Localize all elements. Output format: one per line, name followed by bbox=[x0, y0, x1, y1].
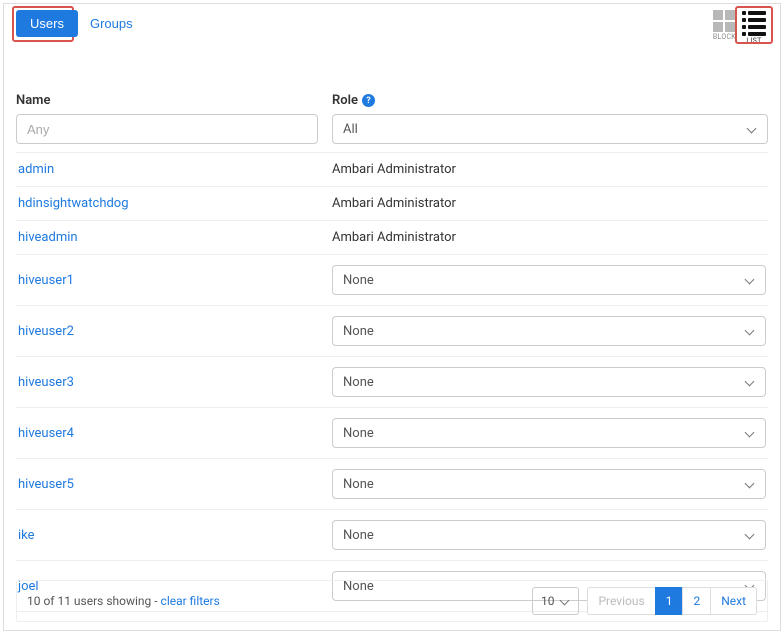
role-text: Ambari Administrator bbox=[332, 196, 456, 211]
table-row: admin Ambari Administrator bbox=[16, 153, 768, 187]
column-header-name: Name bbox=[16, 93, 318, 108]
chevron-down-icon bbox=[745, 479, 755, 489]
table-row: hiveuser4 None bbox=[16, 408, 768, 459]
chevron-down-icon bbox=[745, 530, 755, 540]
user-link[interactable]: hiveuser4 bbox=[18, 426, 74, 441]
footer-summary: 10 of 11 users showing - bbox=[27, 594, 161, 608]
page-size-select[interactable]: 10 bbox=[532, 587, 580, 615]
role-select-value: None bbox=[343, 324, 374, 339]
user-link[interactable]: ike bbox=[18, 528, 35, 543]
table-row: hiveuser3 None bbox=[16, 357, 768, 408]
role-filter-value: All bbox=[343, 122, 358, 137]
column-header-role: Role bbox=[332, 93, 358, 108]
role-help-icon[interactable]: ? bbox=[362, 94, 375, 107]
tab-groups[interactable]: Groups bbox=[86, 10, 137, 37]
table-row: hdinsightwatchdog Ambari Administrator bbox=[16, 187, 768, 221]
chevron-down-icon bbox=[745, 377, 755, 387]
clear-filters-link[interactable]: clear filters bbox=[161, 594, 220, 608]
table-row: hiveuser2 None bbox=[16, 306, 768, 357]
page-number-button[interactable]: 2 bbox=[682, 587, 711, 615]
user-link[interactable]: hdinsightwatchdog bbox=[18, 196, 129, 211]
role-filter-select[interactable]: All bbox=[332, 114, 768, 144]
entity-tabs: Users Groups bbox=[16, 10, 137, 37]
name-filter-input[interactable] bbox=[16, 114, 318, 144]
role-select[interactable]: None bbox=[332, 469, 766, 499]
chevron-down-icon bbox=[745, 428, 755, 438]
chevron-down-icon bbox=[745, 275, 755, 285]
table-footer: 10 of 11 users showing - clear filters 1… bbox=[16, 580, 768, 622]
role-text: Ambari Administrator bbox=[332, 162, 456, 177]
chevron-down-icon bbox=[745, 326, 755, 336]
page-next-button[interactable]: Next bbox=[710, 587, 757, 615]
role-select-value: None bbox=[343, 477, 374, 492]
view-list-label: LIST bbox=[746, 37, 761, 45]
role-select[interactable]: None bbox=[332, 418, 766, 448]
page-previous-button: Previous bbox=[587, 587, 655, 615]
user-link[interactable]: hiveuser2 bbox=[18, 324, 74, 339]
table-row: hiveadmin Ambari Administrator bbox=[16, 221, 768, 255]
block-icon bbox=[713, 10, 735, 32]
list-icon bbox=[742, 10, 766, 36]
role-text: Ambari Administrator bbox=[332, 230, 456, 245]
role-select[interactable]: None bbox=[332, 265, 766, 295]
role-select[interactable]: None bbox=[332, 520, 766, 550]
page-size-value: 10 bbox=[541, 594, 555, 608]
user-table: adminAmbari Administratorhdinsightwatchd… bbox=[16, 152, 768, 612]
role-select[interactable]: None bbox=[332, 367, 766, 397]
role-select-value: None bbox=[343, 528, 374, 543]
pagination: Previous12Next bbox=[587, 587, 757, 615]
role-select-value: None bbox=[343, 273, 374, 288]
tab-users[interactable]: Users bbox=[16, 10, 78, 37]
chevron-down-icon bbox=[560, 596, 570, 606]
user-link[interactable]: hiveuser5 bbox=[18, 477, 74, 492]
role-select-value: None bbox=[343, 426, 374, 441]
view-block-label: BLOCK bbox=[713, 33, 736, 41]
user-link[interactable]: hiveuser1 bbox=[18, 273, 74, 288]
user-link[interactable]: admin bbox=[18, 162, 54, 177]
table-row: hiveuser5 None bbox=[16, 459, 768, 510]
view-block-button[interactable]: BLOCK bbox=[711, 10, 738, 41]
user-link[interactable]: hiveuser3 bbox=[18, 375, 74, 390]
user-link[interactable]: hiveadmin bbox=[18, 230, 78, 245]
role-select[interactable]: None bbox=[332, 316, 766, 346]
role-select-value: None bbox=[343, 375, 374, 390]
chevron-down-icon bbox=[747, 124, 757, 134]
table-row: ike None bbox=[16, 510, 768, 561]
view-toggle: BLOCK LIST bbox=[711, 10, 768, 45]
view-list-button[interactable]: LIST bbox=[740, 10, 768, 45]
table-row: hiveuser1 None bbox=[16, 255, 768, 306]
page-number-button[interactable]: 1 bbox=[655, 587, 684, 615]
